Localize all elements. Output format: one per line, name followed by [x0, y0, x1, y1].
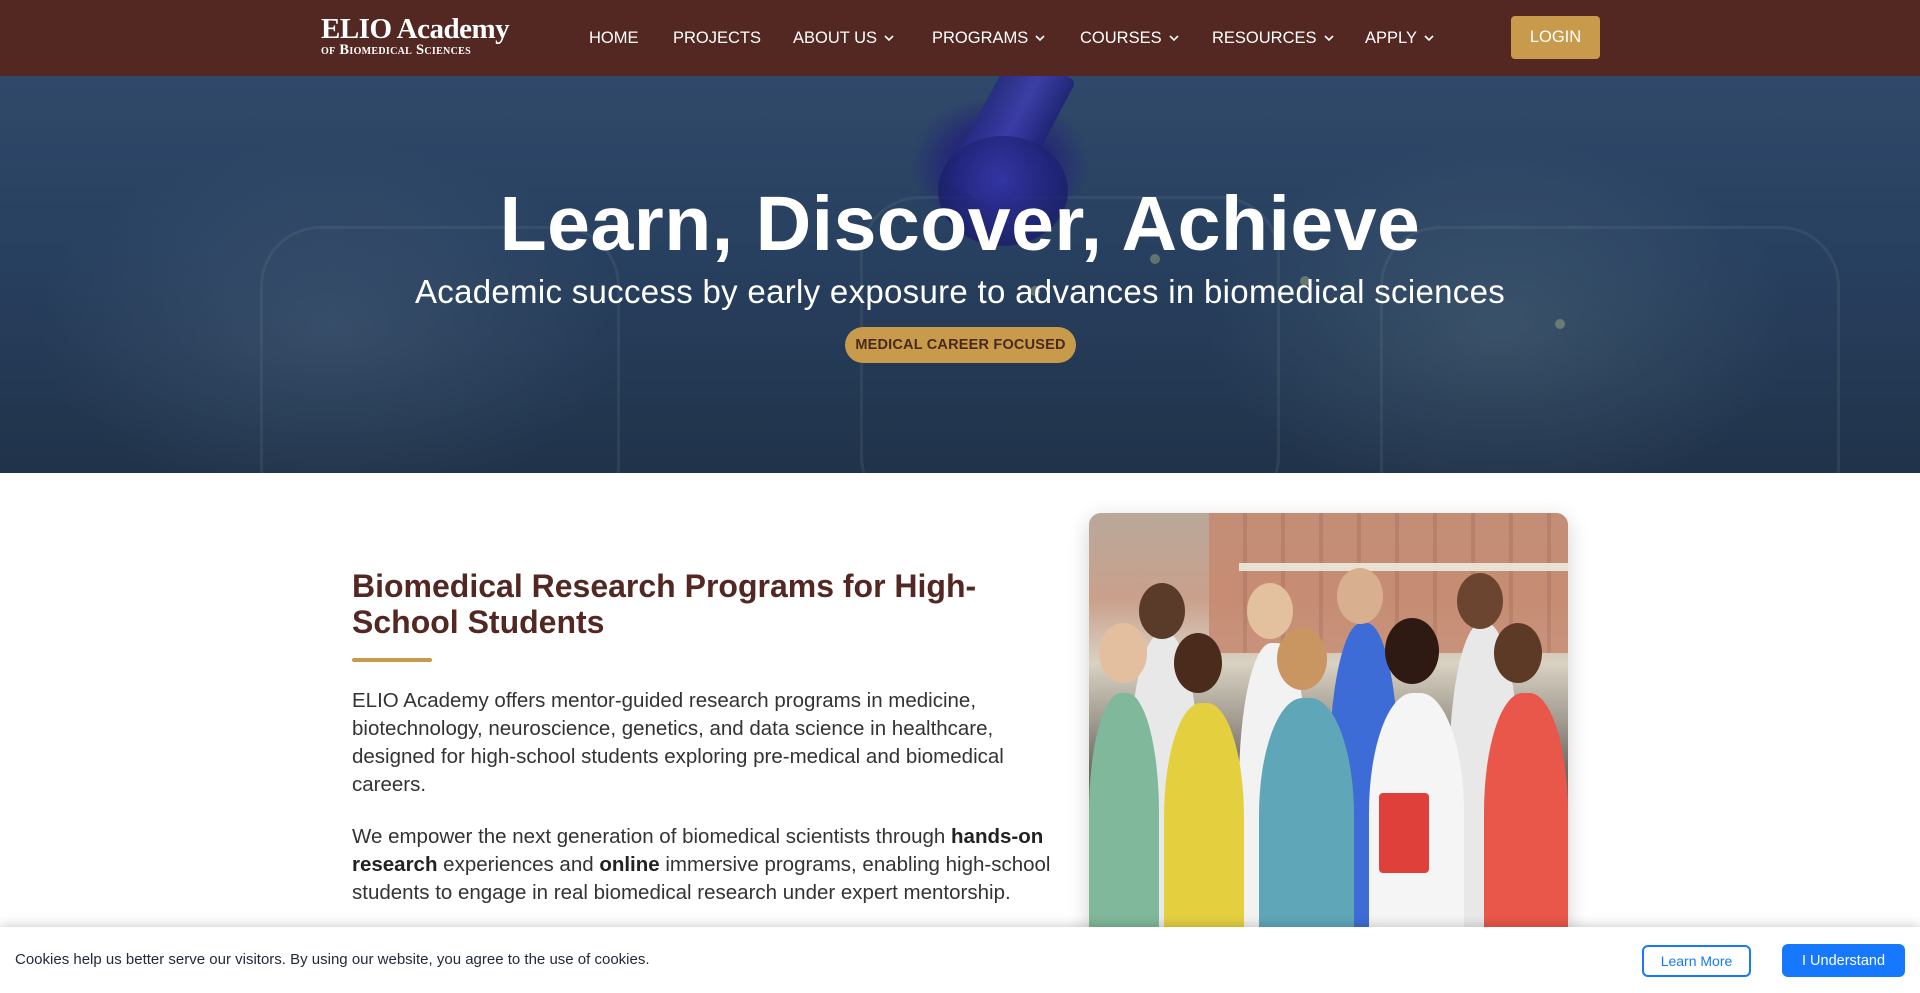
chevron-down-icon	[884, 35, 894, 42]
nav-item-programs[interactable]: PROGRAMS	[932, 28, 1046, 48]
hero-subtitle: Academic success by early exposure to ad…	[414, 273, 1506, 310]
hero-badge: MEDICAL CAREER FOCUSED	[845, 327, 1076, 363]
photo-person	[1164, 703, 1244, 943]
intro-paragraph-1: ELIO Academy offers mentor-guided resear…	[352, 689, 1004, 796]
nav-item-home[interactable]: HOME	[589, 28, 639, 48]
site-logo[interactable]: ELIO Academy of Biomedical Sciences	[321, 13, 531, 60]
photo-person-head	[1494, 623, 1542, 683]
cookie-message: Cookies help us better serve our visitor…	[15, 951, 650, 968]
title-underline-divider	[352, 658, 432, 662]
hero-title: Learn, Discover, Achieve	[499, 181, 1421, 267]
photo-person-head	[1139, 583, 1185, 639]
chevron-down-icon	[1424, 35, 1434, 42]
photo-red-folder	[1379, 793, 1429, 873]
students-group-photo	[1089, 513, 1568, 943]
nav-label: HOME	[589, 29, 639, 47]
photo-person	[1484, 693, 1568, 943]
photo-person-head	[1099, 623, 1147, 683]
top-navbar: ELIO Academy of Biomedical Sciences HOME…	[0, 0, 1920, 76]
accept-cookies-button[interactable]: I Understand	[1782, 944, 1905, 977]
hero-banner: Learn, Discover, Achieve Academic succes…	[0, 76, 1920, 473]
photo-balcony-rail	[1239, 563, 1568, 571]
logo-wordmark: ELIO Academy	[321, 13, 510, 45]
chevron-down-icon	[1035, 35, 1045, 42]
photo-person-head	[1457, 573, 1503, 629]
photo-person	[1259, 698, 1354, 943]
cookie-consent-bar: Cookies help us better serve our visitor…	[0, 927, 1920, 993]
learn-more-button[interactable]: Learn More	[1642, 945, 1751, 977]
nav-item-courses[interactable]: COURSES	[1080, 28, 1180, 48]
nav-label: PROJECTS	[673, 29, 762, 47]
nav-label: PROGRAMS	[932, 29, 1029, 47]
nav-item-projects[interactable]: PROJECTS	[673, 28, 761, 48]
nav-label: APPLY	[1365, 29, 1417, 47]
nav-label: ABOUT US	[793, 29, 878, 47]
section-title: Biomedical Research Programs for High-Sc…	[352, 568, 977, 640]
chevron-down-icon	[1169, 35, 1179, 42]
photo-person-head	[1385, 618, 1439, 684]
photo-person-head	[1277, 628, 1327, 690]
nav-label: RESOURCES	[1212, 29, 1317, 47]
photo-person-head	[1337, 568, 1383, 624]
nav-item-about-us[interactable]: ABOUT US	[793, 28, 895, 48]
login-button[interactable]: LOGIN	[1511, 16, 1600, 59]
intro-paragraph-2: We empower the next generation of biomed…	[352, 823, 1052, 907]
nav-item-apply[interactable]: APPLY	[1365, 28, 1435, 48]
paragraph-text: We empower the next generation of biomed…	[352, 825, 952, 848]
nav-label: COURSES	[1080, 29, 1162, 47]
paragraph-text: experiences and	[437, 853, 600, 876]
chevron-down-icon	[1323, 35, 1334, 42]
photo-person	[1089, 693, 1159, 943]
nav-item-resources[interactable]: RESOURCES	[1212, 28, 1335, 48]
photo-person-head	[1174, 633, 1222, 693]
paragraph-bold-text: online	[599, 853, 660, 876]
photo-person-head	[1247, 583, 1293, 639]
